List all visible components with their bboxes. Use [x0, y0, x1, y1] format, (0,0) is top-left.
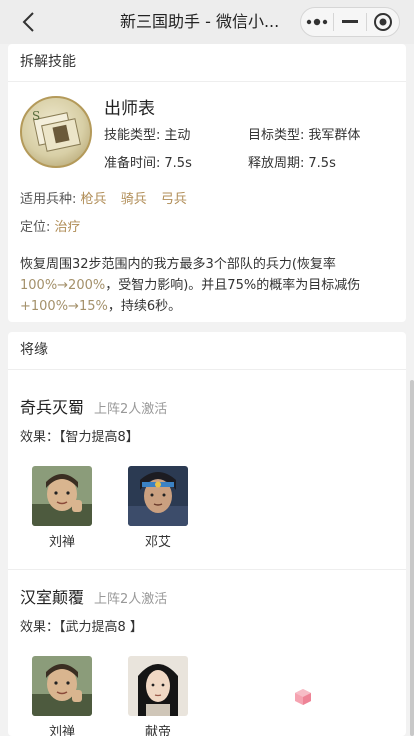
minimize-button[interactable] — [334, 8, 366, 36]
fate-condition: 上阵2人激活 — [94, 592, 168, 607]
heart-cube-icon[interactable] — [294, 688, 312, 706]
skill-name: 出师表 — [104, 99, 155, 119]
fate-item[interactable]: 汉室颠覆 上阵2人激活 效果：【武力提高8 】 刘禅 献帝 — [8, 560, 406, 736]
desc-part-2: ，受智力影响)。并且75%的概率为目标减伤 — [105, 278, 361, 293]
hero-name: 刘禅 — [48, 725, 75, 736]
fate-card: 将缘 奇兵灭蜀 上阵2人激活 效果：【智力提高8】 刘禅 邓艾 汉室颠覆 上阵2… — [8, 332, 406, 736]
unit-types-row: 适用兵种: 枪兵 骑兵 弓兵 — [20, 188, 197, 207]
scrollbar[interactable] — [410, 380, 414, 736]
desc-part-1: 恢复周围32步范围内的我方最多3个部队的兵力(恢复率 — [20, 257, 336, 272]
hero-name: 刘禅 — [48, 535, 75, 550]
fate-title: 汉室颠覆 — [20, 588, 85, 607]
hero-card-xiandi[interactable]: 献帝 — [128, 656, 188, 736]
role-row: 定位: 治疗 — [20, 216, 91, 235]
hero-name: 献帝 — [144, 725, 171, 736]
cooldown-row: 释放周期: 7.5s — [248, 152, 336, 171]
fate-section-header: 将缘 — [8, 332, 406, 370]
hero-card-liushan[interactable]: 刘禅 — [32, 656, 92, 736]
unit-types-label: 适用兵种: — [20, 192, 77, 207]
close-button[interactable] — [367, 8, 399, 36]
cooldown-label: 释放周期: — [248, 156, 305, 171]
target-type-row: 目标类型: 我军群体 — [248, 124, 360, 143]
skill-type-value: 主动 — [164, 128, 191, 143]
top-navigation-bar: 新三国助手 - 微信小... — [0, 0, 414, 44]
fate-effect: 效果：【武力提高8 】 — [20, 620, 143, 635]
fate-title-row: 奇兵灭蜀 上阵2人激活 — [20, 394, 167, 418]
unit-tag-archer[interactable]: 弓兵 — [161, 192, 187, 207]
fate-title-row: 汉室颠覆 上阵2人激活 — [20, 584, 167, 608]
prepare-time-value: 7.5s — [164, 156, 192, 171]
skill-type-label: 技能类型: — [104, 128, 161, 143]
fate-item[interactable]: 奇兵灭蜀 上阵2人激活 效果：【智力提高8】 刘禅 邓艾 — [8, 370, 406, 570]
desc-highlight-1: 100%→200% — [20, 278, 106, 293]
hero-card-liushan[interactable]: 刘禅 — [32, 466, 92, 550]
target-circle-icon — [374, 13, 392, 31]
desc-part-3: ，持续6秒。 — [107, 299, 182, 314]
fate-condition: 上阵2人激活 — [94, 402, 168, 417]
page-title: 新三国助手 - 微信小... — [120, 12, 280, 31]
hero-name: 邓艾 — [144, 535, 171, 550]
more-dots-icon — [306, 18, 328, 26]
more-button[interactable] — [301, 8, 333, 36]
cooldown-value: 7.5s — [308, 156, 336, 171]
desc-highlight-2: +100%→15% — [20, 299, 108, 314]
skill-scroll-icon: S — [20, 96, 92, 168]
hero-portrait-liushan — [32, 466, 92, 526]
hero-portrait-dengai — [128, 466, 188, 526]
prepare-time-row: 准备时间: 7.5s — [104, 152, 192, 171]
role-tag[interactable]: 治疗 — [55, 220, 81, 235]
miniprogram-capsule — [300, 7, 400, 37]
fate-title: 奇兵灭蜀 — [20, 398, 85, 417]
role-label: 定位: — [20, 220, 51, 235]
minimize-icon — [342, 20, 358, 23]
unit-tag-cavalry[interactable]: 骑兵 — [121, 192, 147, 207]
unit-tag-spear[interactable]: 枪兵 — [81, 192, 107, 207]
hero-portrait-liushan — [32, 656, 92, 716]
skill-type-row: 技能类型: 主动 — [104, 124, 190, 143]
skill-card: 拆解技能 S 出师表 技能类型: 主动 目标类型: 我军群体 准备时间: 7.5s 释… — [8, 44, 406, 322]
chevron-left-icon[interactable] — [18, 10, 42, 34]
hero-card-dengai[interactable]: 邓艾 — [128, 466, 188, 550]
target-type-label: 目标类型: — [248, 128, 305, 143]
hero-portrait-xiandi — [128, 656, 188, 716]
skill-description: 恢复周围32步范围内的我方最多3个部队的兵力(恢复率 100%→200%，受智力影… — [20, 254, 394, 317]
prepare-time-label: 准备时间: — [104, 156, 161, 171]
skill-section-header: 拆解技能 — [8, 44, 406, 82]
target-type-value: 我军群体 — [308, 128, 361, 143]
svg-text:S: S — [32, 109, 40, 123]
fate-effect: 效果：【智力提高8】 — [20, 430, 139, 445]
